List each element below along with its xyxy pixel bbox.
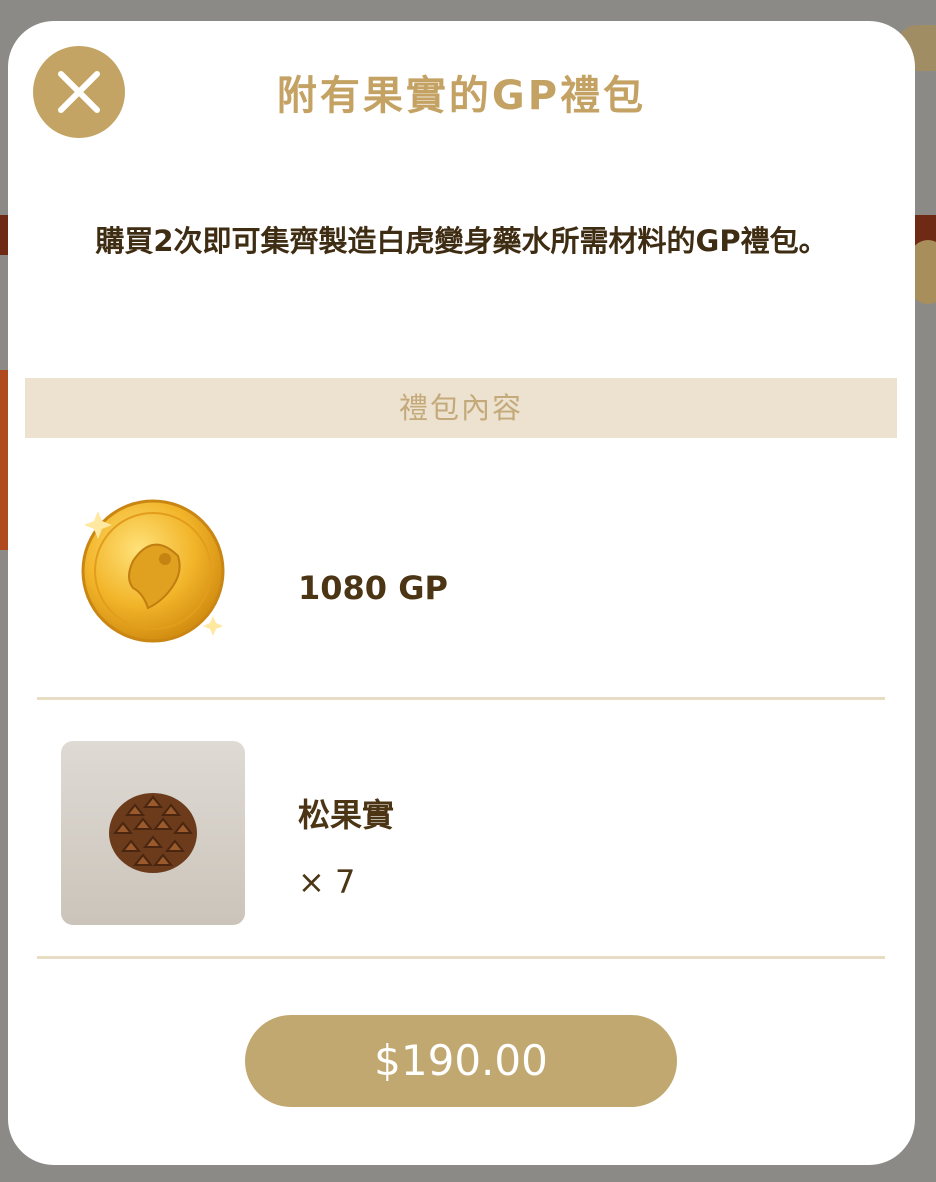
gold-coin-icon: [81, 499, 225, 643]
close-icon: [58, 71, 100, 113]
dialog-title: 附有果實的GP禮包: [276, 73, 647, 119]
close-button[interactable]: [33, 46, 125, 138]
pine-cone-icon: [109, 793, 197, 873]
list-item-gp: 1080 GP: [37, 441, 885, 700]
pack-contents-header: 禮包內容: [25, 378, 897, 438]
item-name: 1080 GP: [298, 569, 448, 607]
item-quantity: × 7: [298, 863, 356, 901]
item-name: 松果實: [298, 796, 395, 834]
gift-pack-dialog: 附有果實的GP禮包 購買2次即可集齊製造白虎變身藥水所需材料的GP禮包。 禮包內…: [8, 21, 915, 1165]
list-item-pine-cone: 松果實 × 7: [37, 700, 885, 959]
item-thumbnail: [61, 741, 245, 925]
dialog-description: 購買2次即可集齊製造白虎變身藥水所需材料的GP禮包。: [95, 224, 828, 258]
purchase-button[interactable]: $190.00: [245, 1015, 677, 1107]
